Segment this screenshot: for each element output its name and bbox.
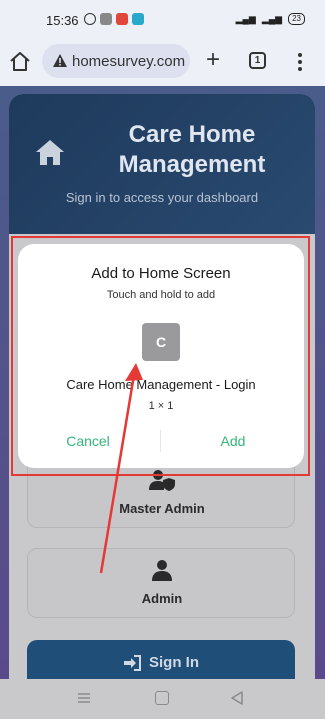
address-bar[interactable]: homesurvey.com <box>42 44 190 78</box>
app-notification-icon-2 <box>132 13 144 25</box>
role-label-master-admin: Master Admin <box>119 501 205 516</box>
url-text[interactable]: homesurvey.com <box>72 53 188 70</box>
notification-icon <box>100 13 112 25</box>
signal-icon: ▂▄▆ <box>235 13 256 24</box>
app-size: 1 × 1 <box>148 400 174 412</box>
new-tab-button[interactable]: + <box>201 48 225 73</box>
cancel-button[interactable]: Cancel <box>58 430 118 452</box>
sign-in-button[interactable]: Sign In <box>27 640 295 679</box>
tab-switcher-button[interactable]: 1 <box>249 52 266 69</box>
nav-home-icon[interactable] <box>155 691 169 705</box>
status-bar: 15:36 ▂▄▆ ▂▄▆ 23 <box>0 0 325 40</box>
menu-icon[interactable] <box>294 50 306 74</box>
sign-in-label: Sign In <box>149 654 199 671</box>
house-icon <box>36 140 64 165</box>
page-title: Care Home Management <box>118 121 266 178</box>
app-notification-icon <box>116 13 128 25</box>
status-time: 15:36 <box>46 13 79 28</box>
role-option-admin[interactable]: Admin <box>27 548 295 618</box>
card-header: Care Home Management Sign in to access y… <box>9 94 315 234</box>
sign-in-icon <box>124 655 141 671</box>
system-nav-bar <box>0 679 325 719</box>
whatsapp-icon <box>84 13 96 25</box>
warning-icon[interactable] <box>52 53 68 69</box>
notification-icons <box>84 13 144 25</box>
dialog-title: Add to Home Screen <box>91 265 231 282</box>
recents-icon[interactable] <box>76 691 92 705</box>
button-divider <box>160 430 161 452</box>
app-shortcut-icon[interactable]: C <box>142 323 180 361</box>
add-button[interactable]: Add <box>208 430 258 452</box>
user-icon <box>152 560 172 581</box>
dialog-subtitle: Touch and hold to add <box>106 289 216 301</box>
home-icon[interactable] <box>8 50 32 74</box>
signal-icon-2: ▂▄▆ <box>261 13 283 24</box>
add-to-home-screen-dialog: Add to Home Screen Touch and hold to add… <box>18 244 304 468</box>
battery-icon: 23 <box>288 13 305 25</box>
role-label-admin: Admin <box>141 591 183 606</box>
back-icon[interactable] <box>230 691 244 705</box>
status-right: ▂▄▆ ▂▄▆ 23 <box>236 13 305 25</box>
app-name: Care Home Management - Login <box>66 377 256 392</box>
browser-toolbar: homesurvey.com + 1 <box>0 40 325 86</box>
page-subtitle: Sign in to access your dashboard <box>65 190 259 205</box>
